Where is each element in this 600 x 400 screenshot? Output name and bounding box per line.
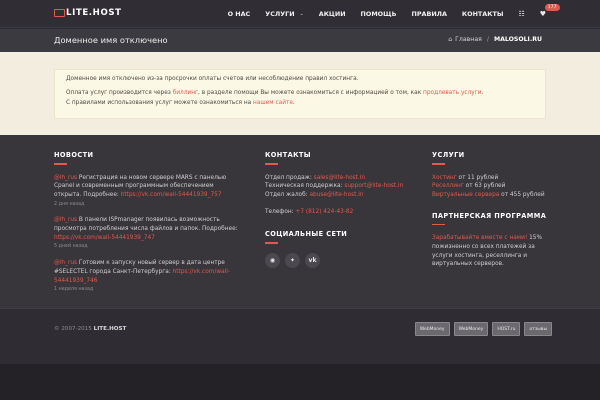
logo[interactable]: LITE.HOST [54, 7, 122, 19]
nav-services[interactable]: УСЛУГИ ⌄ [265, 10, 303, 18]
footer-news: НОВОСТИ @lh_rus Регистрация на новом сер… [54, 151, 242, 302]
billing-link[interactable]: биллинг [173, 90, 198, 96]
service-vps: Виртуальные сервера от 455 рублей [432, 191, 545, 198]
partner-heading: ПАРТНЕРСКАЯ ПРОГРАММА [432, 212, 546, 226]
partner-link[interactable]: Зарабатывайте вместе с нами! [432, 235, 527, 241]
support-email-link[interactable]: support@lite-host.in [344, 183, 403, 189]
home-icon: ⌂ [448, 36, 453, 43]
hosting-link[interactable]: Хостинг [432, 175, 457, 181]
breadcrumb: ⌂ Главная / MALOSOLI.RU [448, 36, 542, 43]
webmoney-badge[interactable]: WebMoney [414, 322, 450, 336]
vk-icon[interactable]: vk [305, 252, 320, 268]
cart-badge: 177 [544, 4, 560, 11]
news-user-link[interactable]: @lh_rus [54, 217, 77, 223]
reselling-link[interactable]: Реселлинг [432, 183, 464, 189]
notice-box: Доменное имя отключено из-за просрочки о… [54, 69, 546, 119]
breadcrumb-home[interactable]: Главная [455, 36, 482, 43]
services-heading: УСЛУГИ [432, 151, 546, 165]
breadcrumb-separator: / [486, 36, 489, 43]
news-item: @lh_rus Готовим к запуску новый сервер в… [54, 260, 230, 293]
bottom-strip [0, 364, 600, 400]
news-link[interactable]: https://vk.com/wall-54441939_747 [54, 235, 155, 241]
site-footer: НОВОСТИ @lh_rus Регистрация на новом сер… [0, 135, 600, 400]
webmoney-badge[interactable]: WebMoney [453, 322, 489, 336]
nav-help[interactable]: ПОМОЩЬ [361, 10, 397, 18]
nav-rules[interactable]: ПРАВИЛА [411, 10, 446, 18]
main-nav: О НАС УСЛУГИ ⌄ АКЦИИ ПОМОЩЬ ПРАВИЛА КОНТА… [213, 0, 560, 28]
copyright: © 2007-2015 LITE.HOST [54, 326, 127, 332]
news-date: 1 неделя назад [54, 287, 94, 293]
abuse-email-link[interactable]: abuse@lite-host.in [309, 192, 363, 198]
news-item: @lh_rus Регистрация на новом сервере MAR… [54, 174, 227, 207]
reviews-badge[interactable]: отзывы [524, 322, 552, 336]
footer-contacts: КОНТАКТЫ Отдел продаж: sales@lite-host.i… [265, 151, 403, 268]
contact-sales: Отдел продаж: sales@lite-host.in [265, 174, 366, 181]
chevron-down-icon: ⌄ [299, 11, 304, 17]
contact-support: Техническая поддержка: support@lite-host… [265, 183, 404, 190]
contact-abuse: Отдел жалоб: abuse@lite-host.in [265, 191, 364, 198]
service-reselling: Реселлинг от 63 рублей [432, 183, 506, 190]
notice-line-2: Оплата услуг производится через биллинг,… [66, 90, 484, 106]
heart-icon[interactable]: ♥ 177 [540, 4, 560, 18]
news-user-link[interactable]: @lh_rus [54, 260, 77, 266]
phone-link[interactable]: +7 (812) 424-43-82 [295, 209, 353, 215]
partner-text: Зарабатывайте вместе с нами! 15% пожизне… [432, 235, 543, 268]
list-icon[interactable]: ☷ [518, 10, 524, 18]
logo-mark-icon [54, 9, 65, 17]
site-header: LITE.HOST О НАС УСЛУГИ ⌄ АКЦИИ ПОМОЩЬ ПРА… [0, 0, 600, 28]
social-links: ◉ ✦ vk [265, 252, 403, 268]
renew-services-link[interactable]: продлевать услуги [423, 90, 481, 96]
footer-services: УСЛУГИ Хостинг от 11 рублей Реселлинг от… [432, 151, 546, 269]
social-heading: СОЦИАЛЬНЫЕ СЕТИ [265, 230, 403, 244]
nav-about[interactable]: О НАС [228, 10, 251, 18]
sales-email-link[interactable]: sales@lite-host.in [314, 175, 365, 181]
notice-line-1: Доменное имя отключено из-за просрочки о… [66, 76, 359, 82]
news-user-link[interactable]: @lh_rus [54, 175, 77, 181]
service-hosting: Хостинг от 11 рублей [432, 174, 499, 181]
page-titlebar: Доменное имя отключено ⌂ Главная / MALOS… [0, 29, 600, 52]
footer-bottom: © 2007-2015 LITE.HOST WebMoney WebMoney … [0, 308, 600, 400]
breadcrumb-current: MALOSOLI.RU [493, 36, 542, 43]
news-link[interactable]: https://vk.com/wall-54441939_757 [121, 192, 222, 198]
news-heading: НОВОСТИ [54, 151, 242, 165]
nav-promotions[interactable]: АКЦИИ [319, 10, 346, 18]
payment-badges: WebMoney WebMoney HOST.ru отзывы [414, 322, 552, 336]
page-title: Доменное имя отключено [54, 35, 168, 45]
hostru-badge[interactable]: HOST.ru [492, 322, 521, 336]
nav-contacts[interactable]: КОНТАКТЫ [462, 10, 504, 18]
rss-icon[interactable]: ◉ [265, 252, 280, 268]
vps-link[interactable]: Виртуальные сервера [432, 192, 499, 198]
contacts-heading: КОНТАКТЫ [265, 151, 403, 165]
twitter-icon[interactable]: ✦ [285, 252, 300, 268]
news-date: 5 дней назад [54, 244, 88, 250]
contact-phone: Телефон: +7 (812) 424-43-82 [265, 208, 354, 215]
news-item: @lh_rus В панели ISPmanager появилась во… [54, 217, 238, 250]
news-date: 2 дня назад [54, 201, 85, 207]
rules-site-link[interactable]: нашем сайте [253, 100, 293, 106]
logo-text: LITE.HOST [66, 8, 122, 18]
main-content: Доменное имя отключено из-за просрочки о… [0, 52, 600, 135]
